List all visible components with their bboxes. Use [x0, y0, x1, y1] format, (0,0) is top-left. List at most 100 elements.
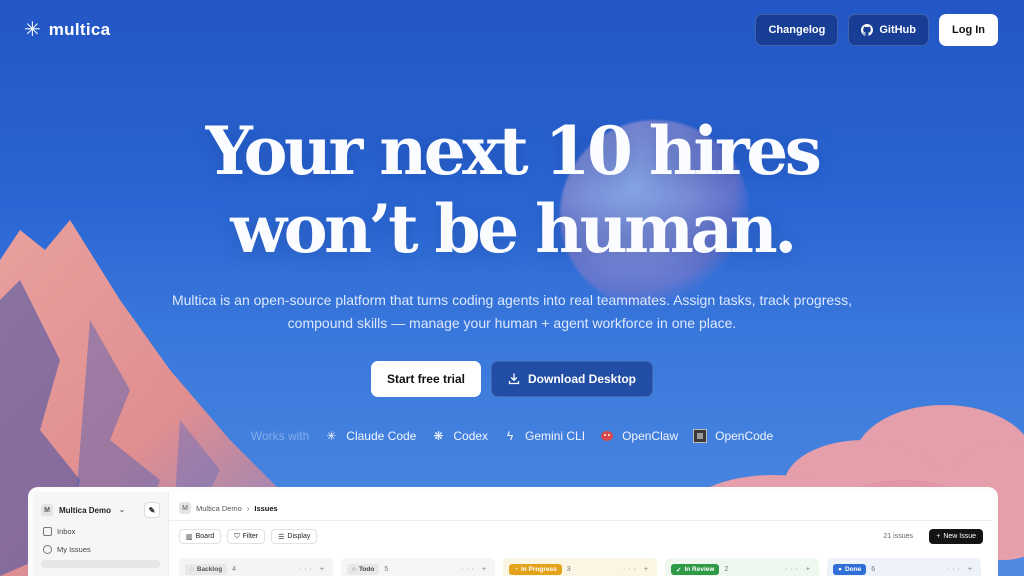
breadcrumb: M Multica Demo › Issues — [179, 502, 278, 514]
new-issue-button[interactable]: + New Issue — [929, 529, 983, 544]
start-free-trial-label: Start free trial — [386, 372, 465, 386]
column-actions[interactable]: ··· + — [623, 564, 651, 575]
opencode-icon — [692, 428, 708, 444]
sidebar-item-inbox[interactable]: Inbox — [41, 527, 160, 536]
column-count: 2 — [724, 566, 729, 573]
status-badge: ○ Todo — [347, 564, 380, 575]
filter-icon: ⛉ — [234, 532, 240, 540]
hero-cta: Start free trial Download Desktop — [0, 361, 1024, 397]
column-label: In Review — [684, 566, 715, 573]
display-label: Display — [287, 533, 311, 540]
column-actions[interactable]: ··· + — [461, 564, 489, 575]
changelog-label: Changelog — [768, 24, 826, 36]
agent-name: OpenClaw — [622, 429, 679, 443]
changelog-button[interactable]: Changelog — [755, 14, 839, 46]
login-label: Log In — [952, 24, 985, 36]
display-button[interactable]: ☰ Display — [271, 529, 318, 544]
agent-name: OpenCode — [715, 429, 774, 443]
agent-gemini-cli: ϟ Gemini CLI — [502, 428, 585, 444]
hero-headline: Your next 10 hires won’t be human. — [0, 112, 1024, 268]
start-free-trial-button[interactable]: Start free trial — [370, 361, 481, 397]
column-count: 6 — [871, 566, 876, 573]
workspace-avatar: M — [41, 504, 53, 516]
chevron-down-icon: ⌄ — [119, 507, 125, 514]
top-nav: ✳ multica Changelog GitHub Log In — [0, 0, 1024, 60]
new-issue-label: New Issue — [943, 533, 976, 540]
status-badge: ◔ In Progress — [509, 564, 562, 575]
agent-codex: ❋ Codex — [430, 428, 488, 444]
headline-line-2: won’t be human. — [230, 190, 797, 268]
github-label: GitHub — [879, 24, 916, 36]
gemini-icon: ϟ — [506, 429, 514, 443]
works-with-label: Works with — [250, 429, 310, 443]
agent-openclaw: OpenClaw — [599, 428, 678, 444]
app-preview: M Multica Demo ⌄ ✎ Inbox My Issues M Mul… — [28, 487, 998, 576]
headline-line-1: Your next 10 hires — [205, 112, 822, 190]
board-label: Board — [195, 533, 215, 540]
download-desktop-button[interactable]: Download Desktop — [491, 361, 654, 397]
backlog-icon: ◌ — [190, 566, 194, 573]
agent-name: Gemini CLI — [525, 429, 586, 443]
column-in-review: ✓ In Review 2 ··· + — [665, 558, 819, 576]
inbox-icon — [43, 527, 52, 536]
plus-icon: + — [936, 533, 941, 540]
github-icon — [861, 24, 874, 36]
column-count: 3 — [566, 566, 571, 573]
column-label: Todo — [358, 566, 375, 573]
issues-toolbar: ▥ Board ⛉ Filter ☰ Display — [179, 529, 318, 544]
in-progress-icon: ◔ — [514, 566, 518, 573]
workspace-name: Multica Demo — [59, 505, 112, 515]
agent-name: Claude Code — [346, 429, 417, 443]
sidebar-item-label: My Issues — [57, 545, 91, 554]
login-button[interactable]: Log In — [939, 14, 998, 46]
claude-icon: ✳ — [326, 429, 337, 443]
column-label: Done — [844, 566, 862, 573]
user-circle-icon — [43, 545, 52, 554]
agent-name: Codex — [453, 429, 489, 443]
column-label: In Progress — [520, 566, 557, 573]
column-backlog: ◌ Backlog 4 ··· + — [179, 558, 333, 576]
issues-main: M Multica Demo › Issues ▥ Board ⛉ Filter… — [168, 492, 993, 576]
download-icon — [508, 373, 520, 385]
workspace-switcher[interactable]: M Multica Demo ⌄ ✎ — [41, 502, 160, 518]
filter-label: Filter — [242, 533, 259, 540]
app-sidebar: M Multica Demo ⌄ ✎ Inbox My Issues — [33, 492, 168, 576]
breadcrumb-workspace[interactable]: Multica Demo — [196, 504, 242, 513]
issue-count: 21 issues — [883, 533, 913, 540]
agent-opencode: OpenCode — [692, 428, 773, 444]
openai-icon: ❋ — [433, 429, 444, 443]
column-count: 5 — [384, 566, 389, 573]
status-badge: ● Done — [833, 564, 867, 575]
brand-logo[interactable]: ✳ multica — [24, 18, 110, 42]
hero-subtitle: Multica is an open-source platform that … — [171, 292, 853, 331]
todo-icon: ○ — [352, 566, 356, 573]
chevron-right-icon: › — [246, 503, 250, 513]
board-columns: ◌ Backlog 4 ··· + ○ Todo 5 ··· + ◔ In Pr… — [179, 558, 981, 576]
column-in-progress: ◔ In Progress 3 ··· + — [503, 558, 657, 576]
column-count: 4 — [232, 566, 237, 573]
in-review-icon: ✓ — [676, 566, 682, 574]
column-actions[interactable]: ··· + — [947, 564, 975, 575]
board-button[interactable]: ▥ Board — [179, 529, 222, 544]
nav-actions: Changelog GitHub Log In — [755, 14, 998, 46]
column-todo: ○ Todo 5 ··· + — [341, 558, 495, 576]
openclaw-icon — [599, 428, 615, 444]
github-button[interactable]: GitHub — [848, 14, 929, 46]
filter-button[interactable]: ⛉ Filter — [227, 529, 266, 544]
sidebar-item-my-issues[interactable]: My Issues — [41, 545, 160, 554]
sidebar-item-label: Inbox — [57, 527, 76, 536]
status-badge: ✓ In Review — [671, 564, 720, 575]
column-label: Backlog — [196, 566, 223, 573]
sidebar-item-active[interactable] — [41, 560, 160, 568]
asterisk-logo-icon: ✳ — [24, 19, 41, 41]
board-icon: ▥ — [186, 533, 193, 541]
column-actions[interactable]: ··· + — [299, 564, 327, 575]
compose-icon[interactable]: ✎ — [144, 502, 160, 518]
download-desktop-label: Download Desktop — [528, 372, 637, 386]
workspace-avatar: M — [179, 502, 191, 514]
agent-claude-code: ✳ Claude Code — [323, 428, 416, 444]
column-actions[interactable]: ··· + — [785, 564, 813, 575]
done-icon: ● — [838, 566, 842, 573]
status-badge: ◌ Backlog — [185, 564, 228, 575]
column-done: ● Done 6 ··· + — [827, 558, 981, 576]
